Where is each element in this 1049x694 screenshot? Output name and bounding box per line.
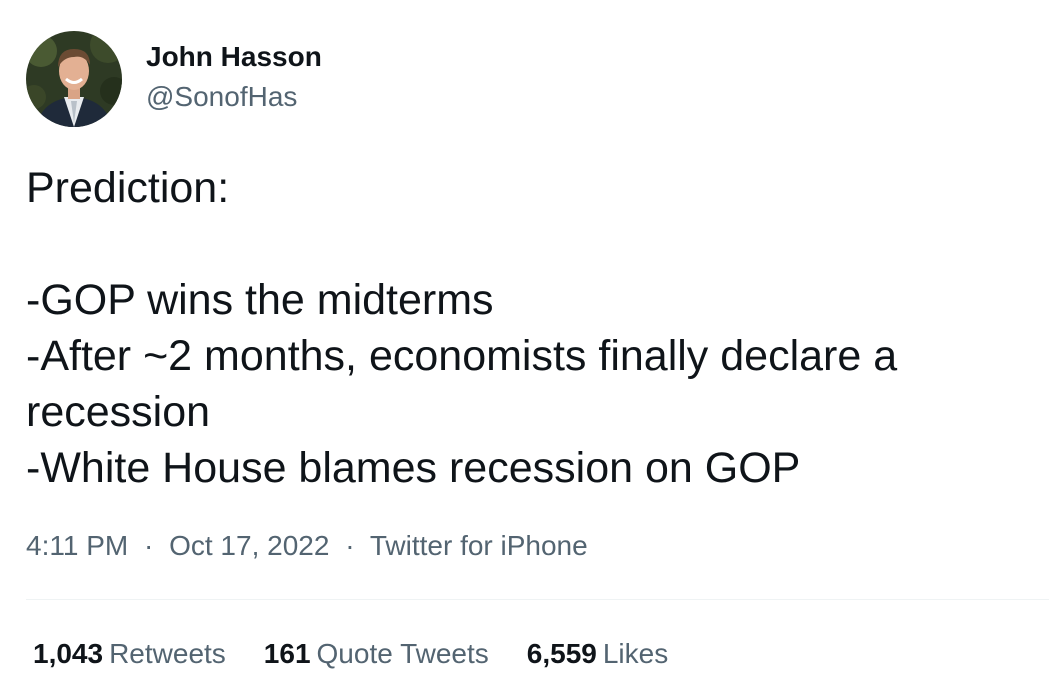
tweet-date[interactable]: Oct 17, 2022 bbox=[169, 530, 329, 561]
display-name[interactable]: John Hasson bbox=[146, 40, 322, 74]
avatar[interactable] bbox=[26, 31, 122, 127]
tweet-text-line: recession bbox=[26, 388, 211, 436]
retweets-stat[interactable]: 1,043 Retweets bbox=[33, 636, 226, 672]
user-handle[interactable]: @SonofHas bbox=[146, 80, 297, 114]
likes-stat[interactable]: 6,559 Likes bbox=[527, 636, 668, 672]
avatar-photo bbox=[26, 31, 122, 127]
retweets-label: Retweets bbox=[109, 638, 226, 669]
quote-tweets-label: Quote Tweets bbox=[316, 638, 489, 669]
quote-tweets-stat[interactable]: 161 Quote Tweets bbox=[264, 636, 489, 672]
retweets-count: 1,043 bbox=[33, 638, 104, 669]
likes-label: Likes bbox=[602, 638, 669, 669]
likes-count: 6,559 bbox=[526, 638, 597, 669]
tweet-meta: 4:11 PM · Oct 17, 2022 · Twitter for iPh… bbox=[26, 528, 588, 564]
tweet-time[interactable]: 4:11 PM bbox=[26, 530, 128, 561]
tweet-text: Prediction: -GOP wins the midterms -Afte… bbox=[26, 160, 1026, 496]
divider bbox=[26, 599, 1049, 600]
tweet-text-line: -GOP wins the midterms bbox=[26, 276, 494, 324]
quote-tweets-count: 161 bbox=[263, 638, 311, 669]
tweet-source[interactable]: Twitter for iPhone bbox=[370, 530, 588, 561]
tweet-stats: 1,043 Retweets 161 Quote Tweets 6,559 Likes bbox=[33, 636, 706, 672]
meta-separator: · bbox=[143, 530, 154, 561]
tweet-text-line: -White House blames recession on GOP bbox=[26, 444, 801, 492]
tweet-text-line: -After ~2 months, economists finally dec… bbox=[26, 332, 898, 380]
tweet-text-line bbox=[26, 216, 1026, 272]
meta-separator: · bbox=[345, 530, 355, 561]
tweet-text-line: Prediction: bbox=[26, 164, 230, 212]
tweet-card: John Hasson @SonofHas Prediction: -GOP w… bbox=[0, 0, 1049, 694]
